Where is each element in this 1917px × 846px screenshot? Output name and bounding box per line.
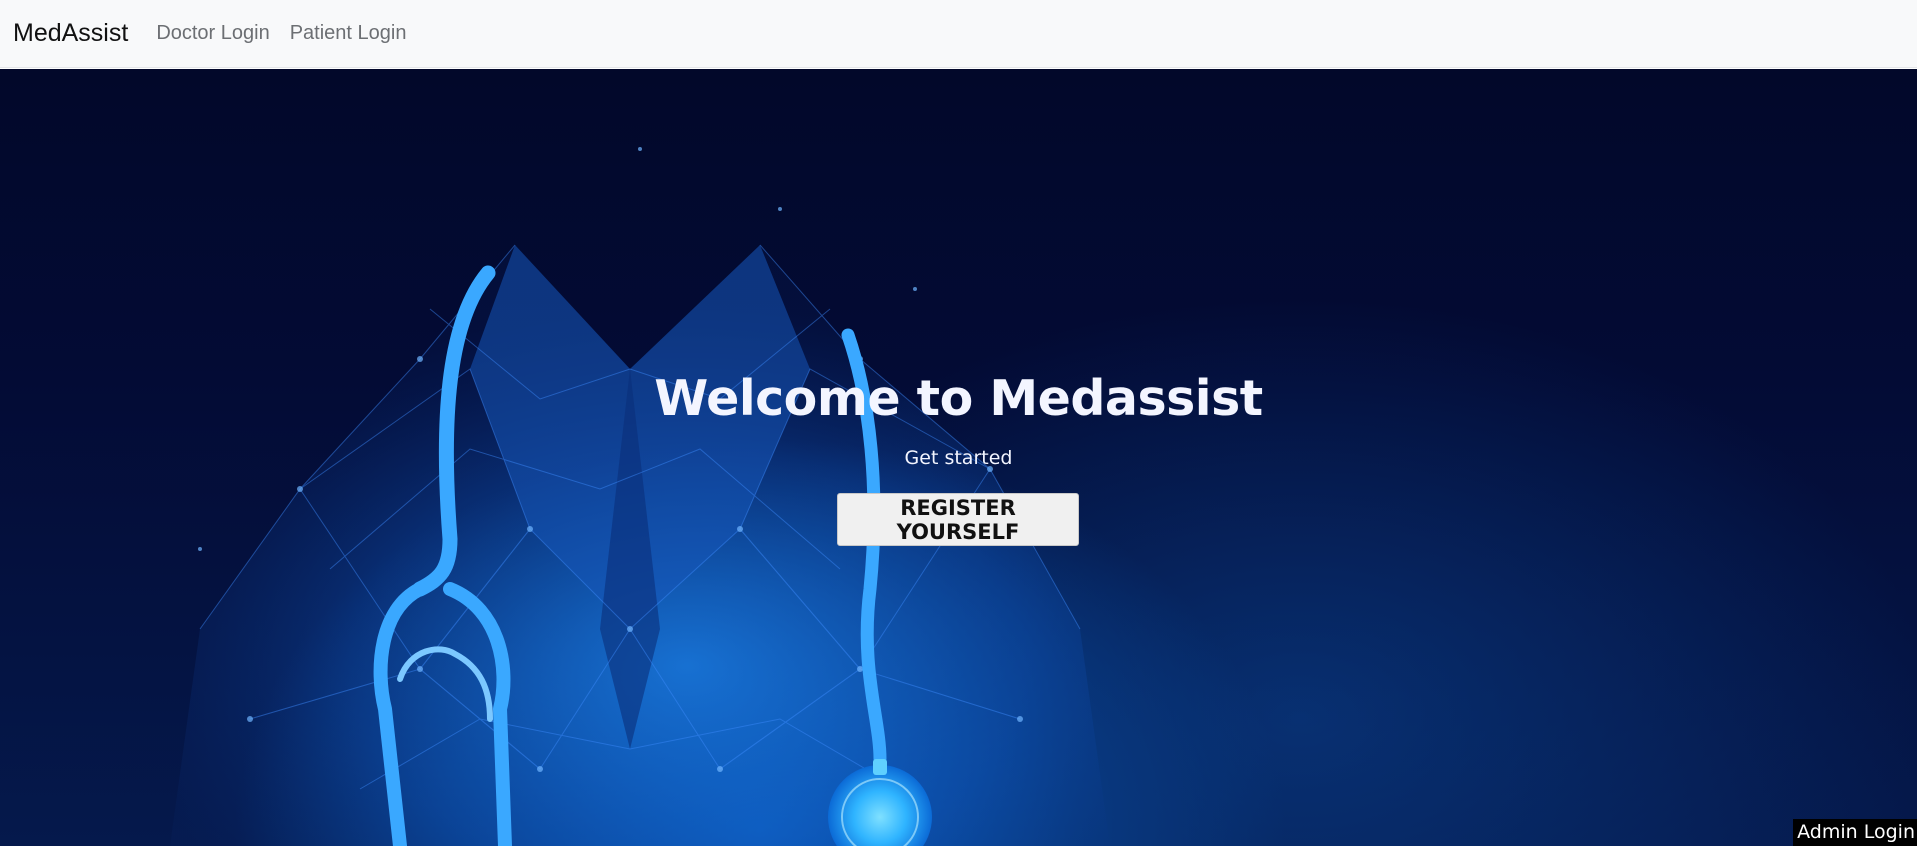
- hero-section: Welcome to Medassist Get started REGISTE…: [0, 69, 1917, 846]
- admin-login-link[interactable]: Admin Login: [1793, 819, 1917, 846]
- nav-doctor-login[interactable]: Doctor Login: [156, 22, 269, 45]
- hero-title: Welcome to Medassist: [654, 370, 1263, 427]
- nav-patient-login[interactable]: Patient Login: [290, 22, 407, 45]
- hero-subtitle: Get started: [904, 447, 1013, 469]
- register-button[interactable]: REGISTER YOURSELF: [837, 493, 1079, 546]
- hero-content: Welcome to Medassist Get started REGISTE…: [0, 69, 1917, 846]
- brand-logo[interactable]: MedAssist: [13, 19, 128, 48]
- top-navbar: MedAssist Doctor Login Patient Login: [0, 0, 1917, 68]
